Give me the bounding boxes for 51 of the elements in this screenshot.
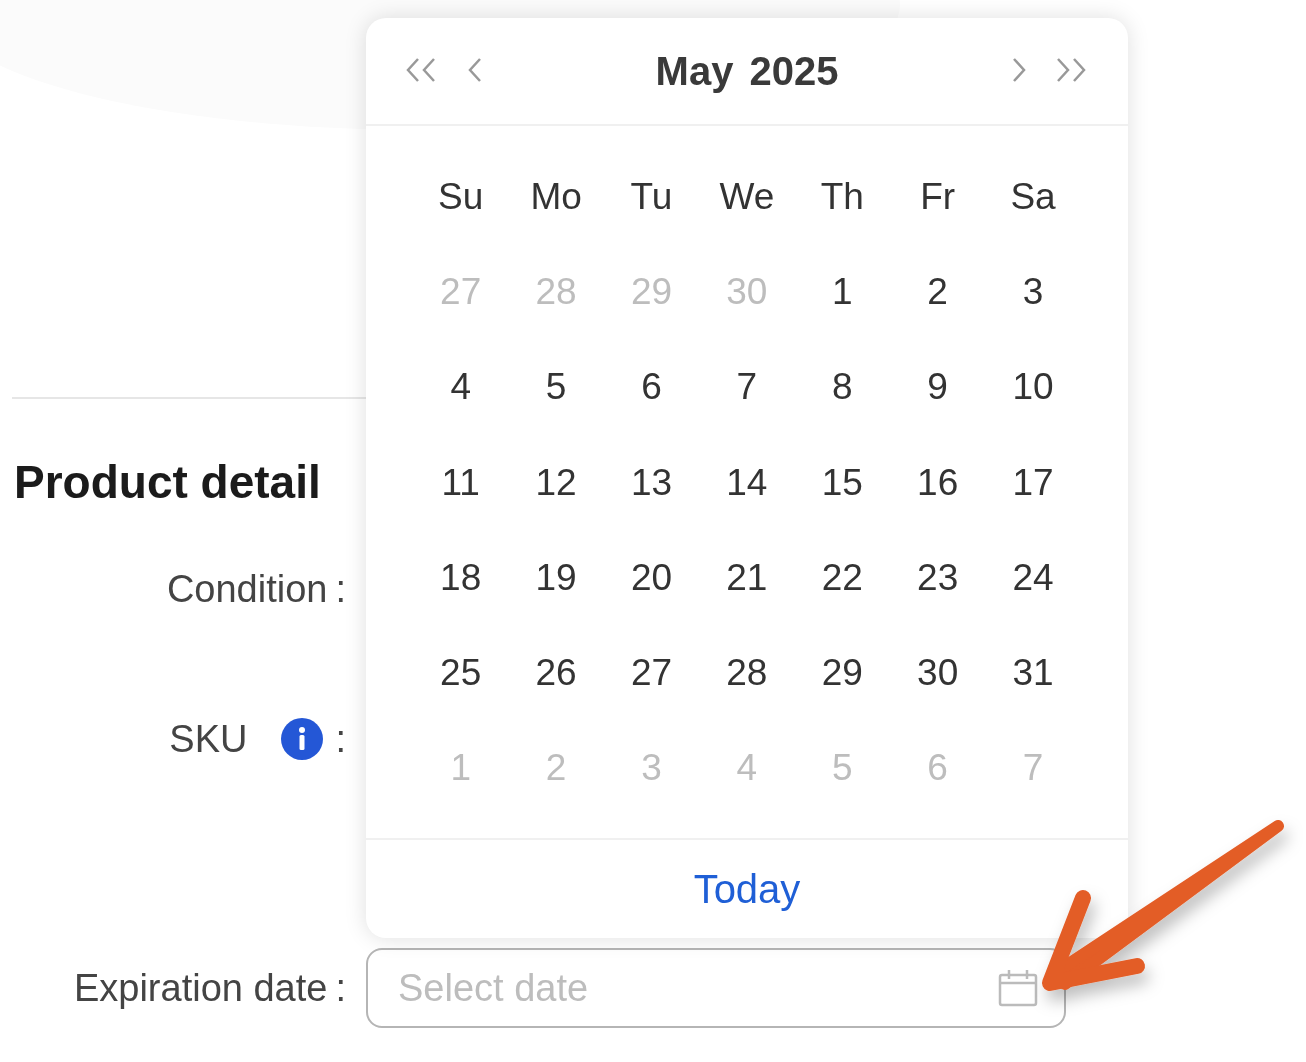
calendar-day[interactable]: 24 [1012,555,1054,600]
calendar-day[interactable]: 19 [535,555,577,600]
calendar-day[interactable]: 9 [927,365,948,410]
month-label[interactable]: May [655,48,734,94]
calendar-day[interactable]: 6 [641,365,662,410]
calendar-day[interactable]: 16 [917,460,959,505]
calendar-day[interactable]: 29 [821,651,863,696]
calendar-day[interactable]: 15 [821,460,863,505]
label-colon: : [335,717,346,762]
calendar-day[interactable]: 28 [726,651,768,696]
field-label: Expiration date [73,966,328,1011]
calendar-day[interactable]: 17 [1012,460,1054,505]
weekday-label: Su [438,174,484,219]
calendar-day[interactable]: 23 [917,555,959,600]
calendar-day[interactable]: 3 [1022,269,1044,314]
today-link[interactable]: Today [693,866,801,912]
calendar-day[interactable]: 4 [450,365,471,410]
calendar-day[interactable]: 22 [821,555,863,600]
info-icon[interactable] [281,718,324,760]
calendar-day[interactable]: 27 [630,651,673,696]
section-title: Product detail [14,455,321,510]
calendar-day[interactable]: 14 [726,460,768,505]
calendar-day[interactable]: 12 [535,460,577,505]
calendar-day[interactable]: 5 [545,365,567,410]
label-colon: : [335,567,346,612]
calendar-icon [998,969,1038,1007]
weekday-label: Fr [920,174,956,219]
calendar-day[interactable]: 20 [630,555,673,600]
calendar-day[interactable]: 7 [736,365,758,410]
calendar-day[interactable]: 18 [440,555,482,600]
calendar-day[interactable]: 11 [441,460,480,505]
field-label: SKU [169,717,248,762]
calendar-day[interactable]: 25 [440,651,482,696]
weekday-label: Sa [1010,174,1056,219]
field-label: Condition [166,567,328,612]
calendar-day[interactable]: 2 [927,269,948,314]
weekday-label: Tu [630,174,673,219]
calendar-day[interactable]: 31 [1012,651,1054,696]
year-label[interactable]: 2025 [749,48,839,94]
calendar-day[interactable]: 26 [535,651,577,696]
calendar-day[interactable]: 1 [831,269,853,314]
weekday-label: Mo [530,174,582,219]
label-colon: : [335,966,346,1011]
calendar-day[interactable]: 30 [917,651,959,696]
calendar-day[interactable]: 8 [831,365,853,410]
weekday-label: Th [820,174,864,219]
calendar-day[interactable]: 21 [726,555,768,600]
date-input-field[interactable]: Select date [366,948,1066,1028]
weekday-label: We [719,174,775,219]
calendar-day[interactable]: 10 [1012,365,1054,410]
calendar-day[interactable]: 13 [630,460,673,505]
